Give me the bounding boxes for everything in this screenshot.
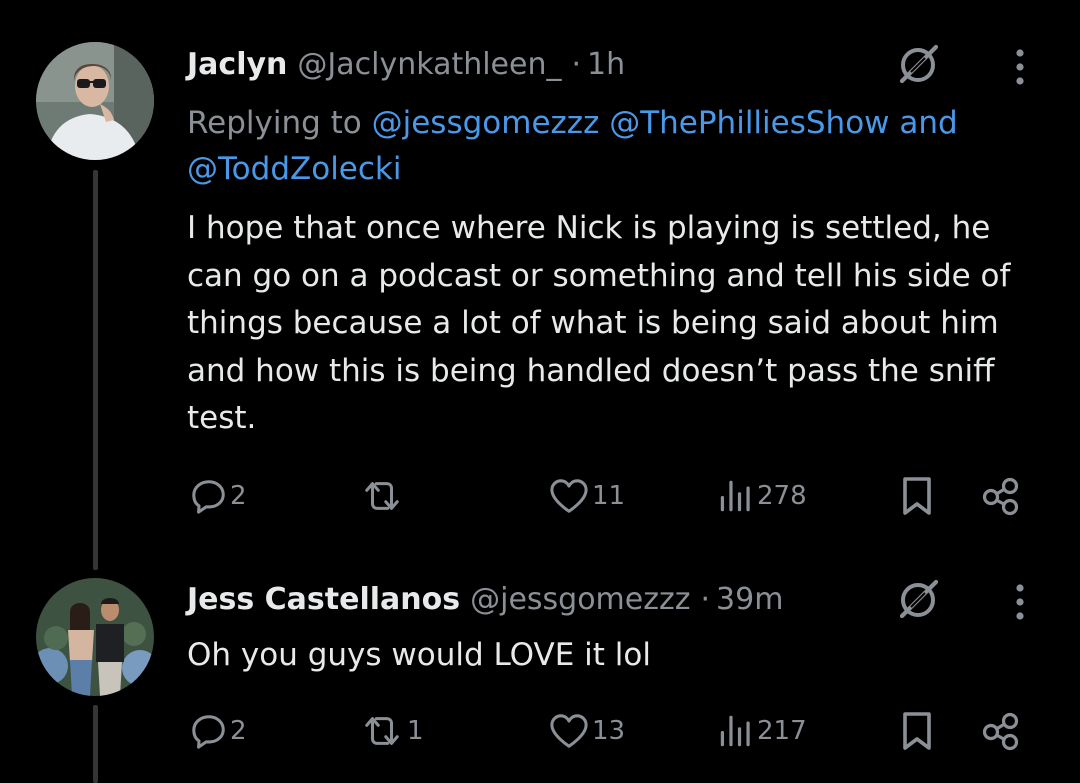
action-bar: 2 1 13 217 bbox=[187, 706, 1047, 756]
separator-dot: · bbox=[571, 47, 582, 82]
more-icon[interactable] bbox=[1014, 47, 1026, 87]
display-name[interactable]: Jess Castellanos bbox=[187, 581, 460, 619]
share-icon bbox=[980, 711, 1020, 751]
bookmark-button[interactable] bbox=[899, 706, 935, 756]
reply-count: 2 bbox=[230, 716, 247, 746]
share-icon bbox=[980, 476, 1020, 516]
views-button[interactable]: 278 bbox=[717, 471, 807, 521]
more-icon[interactable] bbox=[1014, 582, 1026, 622]
tweet-text-line: I hope that once where Nick is playing i… bbox=[187, 210, 991, 246]
views-count: 278 bbox=[757, 481, 807, 511]
timestamp[interactable]: 1h bbox=[587, 46, 625, 84]
replying-joiner: and bbox=[889, 105, 958, 141]
like-button[interactable]: 13 bbox=[548, 706, 625, 756]
like-count: 11 bbox=[592, 481, 626, 511]
repost-icon bbox=[359, 477, 405, 515]
tweet-header: Jess Castellanos @jessgomezzz · 39m bbox=[187, 581, 783, 619]
action-bar: 2 11 278 bbox=[187, 471, 1047, 521]
mention-jessgomezzz[interactable]: @jessgomezzz bbox=[372, 105, 600, 141]
avatar-jess-image bbox=[36, 578, 154, 696]
reply-button[interactable]: 2 bbox=[190, 706, 247, 756]
like-icon bbox=[548, 477, 590, 515]
bookmark-icon bbox=[899, 709, 935, 753]
views-count: 217 bbox=[757, 716, 807, 746]
repost-icon bbox=[359, 712, 405, 750]
tweet-text-line: and how this is being handled doesn’t pa… bbox=[187, 352, 995, 389]
like-icon bbox=[548, 712, 590, 750]
grok-icon[interactable] bbox=[897, 577, 941, 621]
like-count: 13 bbox=[592, 716, 626, 746]
tweet-text-line: things because a lot of what is being sa… bbox=[187, 305, 999, 341]
tweet-text: Oh you guys would LOVE it lol bbox=[187, 632, 1057, 680]
grok-icon[interactable] bbox=[897, 42, 941, 86]
repost-button[interactable] bbox=[359, 471, 407, 521]
tweet-text-line: test. bbox=[187, 400, 257, 436]
views-button[interactable]: 217 bbox=[717, 706, 807, 756]
avatar[interactable] bbox=[36, 578, 154, 696]
tweet-text-line: Oh you guys would LOVE it lol bbox=[187, 637, 651, 673]
replying-to: Replying to @jessgomezzz @ThePhilliesSho… bbox=[187, 100, 1047, 192]
views-icon bbox=[717, 712, 755, 750]
like-button[interactable]: 11 bbox=[548, 471, 625, 521]
tweet-text-line: can go on a podcast or something and tel… bbox=[187, 257, 1011, 294]
reply-button[interactable]: 2 bbox=[190, 471, 247, 521]
bookmark-icon bbox=[899, 474, 935, 518]
tweet-text: I hope that once where Nick is playing i… bbox=[187, 205, 1057, 443]
mention-thephilliesshow[interactable]: @ThePhilliesShow bbox=[609, 105, 889, 141]
views-icon bbox=[717, 477, 755, 515]
tweet-header: Jaclyn @Jaclynkathleen_ · 1h bbox=[187, 46, 625, 84]
user-handle[interactable]: @Jaclynkathleen_ bbox=[297, 46, 561, 84]
reply-icon bbox=[190, 712, 228, 750]
thread-line-bottom bbox=[93, 705, 98, 783]
display-name[interactable]: Jaclyn bbox=[187, 46, 287, 84]
avatar[interactable] bbox=[36, 42, 154, 160]
separator-dot: · bbox=[700, 582, 711, 617]
share-button[interactable] bbox=[980, 706, 1020, 756]
replying-to-label: Replying to bbox=[187, 105, 372, 141]
reply-count: 2 bbox=[230, 481, 247, 511]
timestamp[interactable]: 39m bbox=[716, 581, 783, 619]
share-button[interactable] bbox=[980, 471, 1020, 521]
thread-line-top bbox=[93, 170, 98, 570]
repost-button[interactable]: 1 bbox=[359, 706, 424, 756]
bookmark-button[interactable] bbox=[899, 471, 935, 521]
avatar-jaclyn-image bbox=[36, 42, 154, 160]
mention-toddzolecki[interactable]: @ToddZolecki bbox=[187, 151, 402, 187]
reply-icon bbox=[190, 477, 228, 515]
repost-count: 1 bbox=[407, 716, 424, 746]
user-handle[interactable]: @jessgomezzz bbox=[470, 581, 690, 619]
